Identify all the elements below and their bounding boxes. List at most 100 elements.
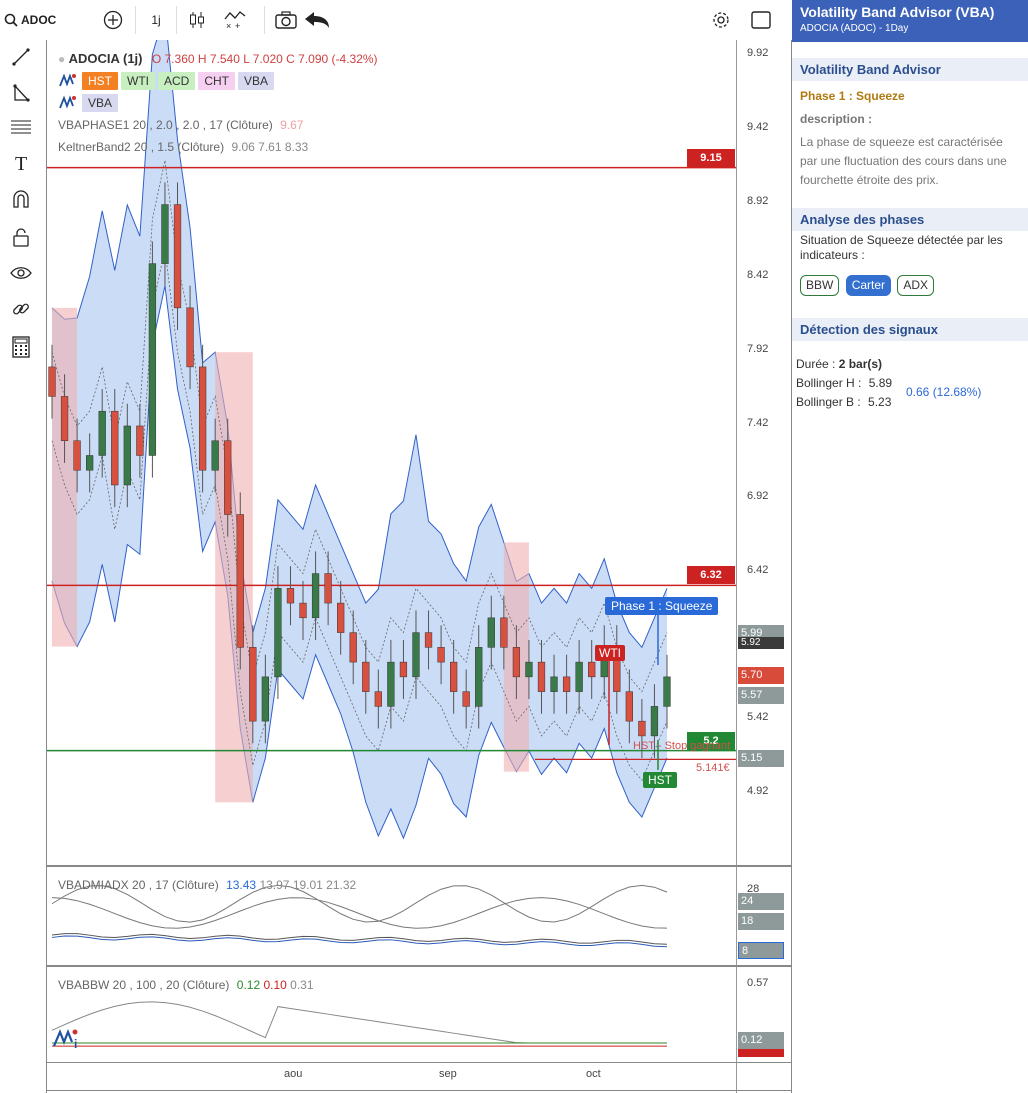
side-panel: Volatility Band Advisor (VBA) ADOCIA (AD…: [792, 0, 1028, 1093]
vba-band-fill: [52, 40, 667, 839]
indicator-button-acd[interactable]: ACD: [158, 72, 196, 90]
indicator-button-cht[interactable]: CHT: [198, 72, 236, 90]
price-axis-label: 8.92: [747, 195, 769, 207]
candle-body: [86, 455, 94, 471]
bbw-legend[interactable]: VBABBW 20 , 100 , 20 (Clôture) 0.12 0.10…: [58, 978, 314, 992]
axis-box-515: 5.15: [738, 750, 784, 767]
candle-body: [274, 588, 282, 678]
vbaphase-value: 9.67: [280, 118, 304, 132]
price-axis-label: 6.42: [747, 564, 769, 576]
candle-body: [475, 647, 483, 707]
wai-watermark-icon: i: [52, 1029, 78, 1050]
candle-body: [211, 440, 219, 471]
level-label-red-mid: 6.32: [687, 566, 735, 584]
side-panel-title: Volatility Band Advisor (VBA): [800, 4, 995, 20]
pattern-tool[interactable]: [8, 80, 34, 106]
boll-b-label: Bollinger B :: [796, 395, 861, 409]
undo-icon: [305, 12, 329, 28]
phase-annotation[interactable]: Phase 1 : Squeeze: [605, 597, 719, 615]
signal-details: Durée : 2 bar(s) Bollinger H : 5.89 Boll…: [792, 357, 1028, 427]
candle-body: [638, 720, 646, 737]
section-advisor: Volatility Band Advisor: [792, 58, 1028, 81]
trendline-tool[interactable]: [8, 44, 34, 70]
candle-body: [148, 263, 157, 456]
candle-body: [562, 676, 571, 692]
section-signals: Détection des signaux: [792, 318, 1028, 341]
calculator-icon: [12, 336, 30, 358]
tag-bbw[interactable]: BBW: [800, 275, 840, 296]
candles-button[interactable]: [184, 8, 210, 32]
candle-body: [98, 410, 106, 456]
candle-body: [625, 691, 633, 722]
candle-body: [224, 440, 232, 515]
drawing-toolbar: T: [0, 40, 46, 400]
indicators-button[interactable]: × +: [222, 8, 248, 32]
candle-body: [286, 588, 295, 604]
lock-tool[interactable]: [8, 224, 34, 250]
vbaphase-legend[interactable]: VBAPHASE1 20 , 2.0 , 2.0 , 17 (Clôture) …: [58, 118, 303, 132]
bbw-label: VBABBW 20 , 100 , 20 (Clôture): [58, 978, 230, 992]
link-tool[interactable]: [8, 296, 34, 322]
boll-h-label: Bollinger H :: [796, 376, 862, 390]
screenshot-button[interactable]: [272, 8, 300, 32]
plus-circle-icon: [103, 10, 123, 30]
fullscreen-button[interactable]: [748, 8, 774, 32]
vba-button[interactable]: VBA: [82, 94, 119, 112]
x-label-oct: oct: [586, 1068, 601, 1080]
gear-icon: [713, 12, 729, 28]
bbw-value-3: 0.31: [290, 978, 314, 992]
indicator-button-vba[interactable]: VBA: [238, 72, 275, 90]
undo-button[interactable]: [302, 8, 332, 32]
eye-icon: [10, 267, 32, 279]
price-axis-label: 5.42: [747, 711, 769, 723]
phase-zone-red: [52, 307, 78, 647]
adx-legend[interactable]: VBADMIADX 20 , 17 (Clôture) 13.43 13.97 …: [58, 878, 356, 892]
x-label-sep: sep: [439, 1068, 457, 1080]
duree-value: 2 bar(s): [838, 357, 883, 371]
duree-label: Durée :: [796, 357, 836, 371]
adx-line-3: [51, 935, 668, 948]
price-axis-label: 4.92: [747, 785, 769, 797]
candle-body: [462, 691, 470, 707]
add-symbol-button[interactable]: [100, 8, 126, 32]
boll-b-value: 5.23: [868, 395, 892, 409]
tag-adx[interactable]: ADX: [897, 275, 935, 296]
symbol-search[interactable]: ADOC: [4, 8, 64, 32]
candle-body: [387, 661, 395, 707]
settings-button[interactable]: [708, 8, 734, 32]
magnet-tool[interactable]: [8, 186, 34, 212]
ohlc-values: O 7.360 H 7.540 L 7.020 C 7.090 (-4.32%): [151, 52, 378, 66]
adx-box-18: 18: [738, 913, 784, 930]
price-axis-label: 8.42: [747, 269, 769, 281]
adx-values: 13.97 19.01 21.32: [259, 878, 357, 892]
indicator-button-hst[interactable]: HST: [82, 72, 118, 90]
candle-body: [186, 307, 194, 368]
interval-button[interactable]: 1j: [144, 8, 168, 32]
text-icon: T: [15, 153, 27, 174]
indicator-buttons: HST WTI ACD CHT VBA: [58, 72, 277, 90]
calculator-tool[interactable]: [8, 334, 34, 360]
fibonacci-tool[interactable]: [8, 114, 34, 140]
candle-body: [311, 573, 320, 619]
bbw-axis-057: 0.57: [747, 977, 769, 989]
tag-carter[interactable]: Carter: [845, 275, 892, 296]
description-label: description :: [800, 112, 873, 126]
fib-lines-icon: [11, 120, 31, 134]
candle-body: [261, 676, 269, 722]
keltner-legend[interactable]: KeltnerBand2 20 , 1.5 (Clôture) 9.06 7.6…: [58, 140, 308, 154]
indicator-button-wti[interactable]: WTI: [121, 72, 155, 90]
hst-signal[interactable]: HST: [643, 772, 677, 788]
keltner-values: 9.06 7.61 8.33: [231, 140, 309, 154]
search-icon: [4, 13, 18, 27]
price-axis-label: 7.92: [747, 343, 769, 355]
candle-body: [537, 661, 546, 692]
adx-box-24: 24: [738, 893, 784, 910]
candle-body: [337, 602, 345, 633]
axis-box-592: 5.92: [738, 637, 784, 649]
wti-signal[interactable]: WTI: [595, 645, 625, 661]
visibility-tool[interactable]: [8, 260, 34, 286]
candle-body: [663, 676, 671, 707]
text-tool[interactable]: T: [8, 150, 34, 176]
adx-label: VBADMIADX 20 , 17 (Clôture): [58, 878, 219, 892]
svg-text:i: i: [74, 1037, 77, 1050]
